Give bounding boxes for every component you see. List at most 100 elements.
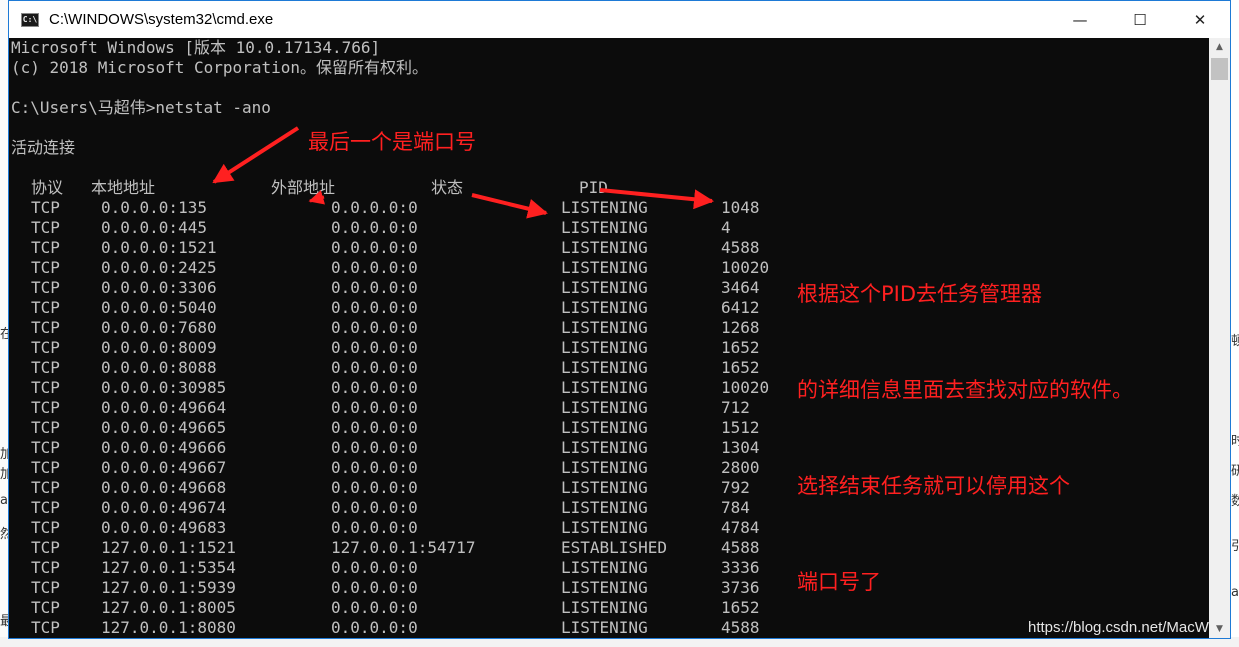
row-state: LISTENING bbox=[561, 378, 648, 397]
active-connections-heading: 活动连接 bbox=[11, 138, 76, 157]
row-local-address: 0.0.0.0:2425 bbox=[101, 258, 217, 277]
row-foreign-address: 0.0.0.0:0 bbox=[331, 358, 418, 377]
row-pid: 1304 bbox=[721, 438, 760, 457]
row-pid: 4588 bbox=[721, 538, 760, 557]
scrollbar-thumb[interactable] bbox=[1211, 58, 1228, 80]
minimize-button[interactable]: — bbox=[1050, 1, 1110, 38]
scroll-down-arrow-icon[interactable]: ▼ bbox=[1209, 620, 1230, 638]
row-local-address: 0.0.0.0:30985 bbox=[101, 378, 227, 397]
row-local-address: 0.0.0.0:49668 bbox=[101, 478, 227, 497]
window-title: C:\WINDOWS\system32\cmd.exe bbox=[49, 11, 274, 28]
row-state: LISTENING bbox=[561, 298, 648, 317]
row-foreign-address: 0.0.0.0:0 bbox=[331, 478, 418, 497]
row-pid: 784 bbox=[721, 498, 750, 517]
row-state: LISTENING bbox=[561, 438, 648, 457]
background-text-fragment: 数 bbox=[1231, 494, 1239, 509]
row-state: LISTENING bbox=[561, 278, 648, 297]
maximize-button[interactable]: ☐ bbox=[1110, 1, 1170, 38]
scroll-up-arrow-icon[interactable]: ▲ bbox=[1209, 38, 1230, 56]
row-foreign-address: 0.0.0.0:0 bbox=[331, 618, 418, 637]
row-local-address: 0.0.0.0:135 bbox=[101, 198, 207, 217]
row-local-address: 0.0.0.0:49683 bbox=[101, 518, 227, 537]
row-state: LISTENING bbox=[561, 358, 648, 377]
row-state: LISTENING bbox=[561, 198, 648, 217]
background-text-fragment: 研 bbox=[1231, 464, 1239, 479]
row-protocol: TCP bbox=[31, 338, 60, 357]
background-text-fragment: a bbox=[1231, 585, 1239, 600]
row-foreign-address: 0.0.0.0:0 bbox=[331, 198, 418, 217]
row-pid: 1652 bbox=[721, 598, 760, 617]
row-protocol: TCP bbox=[31, 218, 60, 237]
row-protocol: TCP bbox=[31, 558, 60, 577]
column-header-pid: PID bbox=[579, 178, 608, 197]
row-state: LISTENING bbox=[561, 458, 648, 477]
row-pid: 6412 bbox=[721, 298, 760, 317]
row-local-address: 0.0.0.0:49664 bbox=[101, 398, 227, 417]
row-protocol: TCP bbox=[31, 358, 60, 377]
row-pid: 10020 bbox=[721, 258, 770, 277]
row-state: LISTENING bbox=[561, 338, 648, 357]
row-state: LISTENING bbox=[561, 498, 648, 517]
row-protocol: TCP bbox=[31, 458, 60, 477]
background-text-fragment: 引 bbox=[1231, 539, 1239, 554]
row-protocol: TCP bbox=[31, 538, 60, 557]
row-pid: 4784 bbox=[721, 518, 760, 537]
row-state: LISTENING bbox=[561, 418, 648, 437]
row-local-address: 0.0.0.0:49666 bbox=[101, 438, 227, 457]
close-button[interactable]: ✕ bbox=[1170, 1, 1230, 38]
row-pid: 3336 bbox=[721, 558, 760, 577]
pid-annotation: 根据这个PID去任务管理器 的详细信息里面去查找对应的软件。 选择结束任务就可以… bbox=[797, 214, 1133, 630]
row-foreign-address: 0.0.0.0:0 bbox=[331, 418, 418, 437]
row-pid: 1652 bbox=[721, 358, 760, 377]
row-pid: 10020 bbox=[721, 378, 770, 397]
row-foreign-address: 127.0.0.1:54717 bbox=[331, 538, 476, 557]
command-line: C:\Users\马超伟>netstat -ano bbox=[11, 98, 271, 117]
row-foreign-address: 0.0.0.0:0 bbox=[331, 238, 418, 257]
column-header-state: 状态 bbox=[431, 178, 464, 197]
copyright-line: (c) 2018 Microsoft Corporation。保留所有权利。 bbox=[11, 58, 428, 77]
row-state: LISTENING bbox=[561, 518, 648, 537]
row-local-address: 127.0.0.1:5354 bbox=[101, 558, 236, 577]
row-state: ESTABLISHED bbox=[561, 538, 667, 557]
row-foreign-address: 0.0.0.0:0 bbox=[331, 498, 418, 517]
row-state: LISTENING bbox=[561, 398, 648, 417]
row-local-address: 0.0.0.0:49667 bbox=[101, 458, 227, 477]
row-foreign-address: 0.0.0.0:0 bbox=[331, 518, 418, 537]
row-protocol: TCP bbox=[31, 418, 60, 437]
row-foreign-address: 0.0.0.0:0 bbox=[331, 458, 418, 477]
row-pid: 4588 bbox=[721, 618, 760, 637]
row-local-address: 127.0.0.1:5939 bbox=[101, 578, 236, 597]
row-pid: 4588 bbox=[721, 238, 760, 257]
row-pid: 1512 bbox=[721, 418, 760, 437]
row-state: LISTENING bbox=[561, 238, 648, 257]
row-state: LISTENING bbox=[561, 478, 648, 497]
column-header-foreign-address: 外部地址 bbox=[271, 178, 336, 197]
row-foreign-address: 0.0.0.0:0 bbox=[331, 578, 418, 597]
row-local-address: 0.0.0.0:1521 bbox=[101, 238, 217, 257]
row-foreign-address: 0.0.0.0:0 bbox=[331, 338, 418, 357]
row-foreign-address: 0.0.0.0:0 bbox=[331, 398, 418, 417]
row-local-address: 0.0.0.0:49665 bbox=[101, 418, 227, 437]
background-text-fragment: 时 bbox=[1231, 434, 1239, 449]
row-foreign-address: 0.0.0.0:0 bbox=[331, 218, 418, 237]
row-protocol: TCP bbox=[31, 578, 60, 597]
pid-annotation-line: 选择结束任务就可以停用这个 bbox=[797, 474, 1070, 498]
row-protocol: TCP bbox=[31, 278, 60, 297]
row-state: LISTENING bbox=[561, 598, 648, 617]
row-protocol: TCP bbox=[31, 498, 60, 517]
row-pid: 2800 bbox=[721, 458, 760, 477]
row-local-address: 127.0.0.1:1521 bbox=[101, 538, 236, 557]
row-pid: 1652 bbox=[721, 338, 760, 357]
row-foreign-address: 0.0.0.0:0 bbox=[331, 598, 418, 617]
row-foreign-address: 0.0.0.0:0 bbox=[331, 378, 418, 397]
port-annotation: 最后一个是端口号 bbox=[308, 130, 476, 154]
row-protocol: TCP bbox=[31, 438, 60, 457]
vertical-scrollbar[interactable]: ▲ ▼ bbox=[1209, 38, 1230, 638]
version-line: Microsoft Windows [版本 10.0.17134.766] bbox=[11, 38, 381, 57]
row-local-address: 0.0.0.0:5040 bbox=[101, 298, 217, 317]
row-protocol: TCP bbox=[31, 598, 60, 617]
row-state: LISTENING bbox=[561, 618, 648, 637]
column-header-protocol: 协议 bbox=[31, 178, 64, 197]
title-bar[interactable]: C:\ C:\WINDOWS\system32\cmd.exe — ☐ ✕ bbox=[9, 1, 1230, 38]
pid-annotation-line: 根据这个PID去任务管理器 bbox=[797, 282, 1043, 306]
